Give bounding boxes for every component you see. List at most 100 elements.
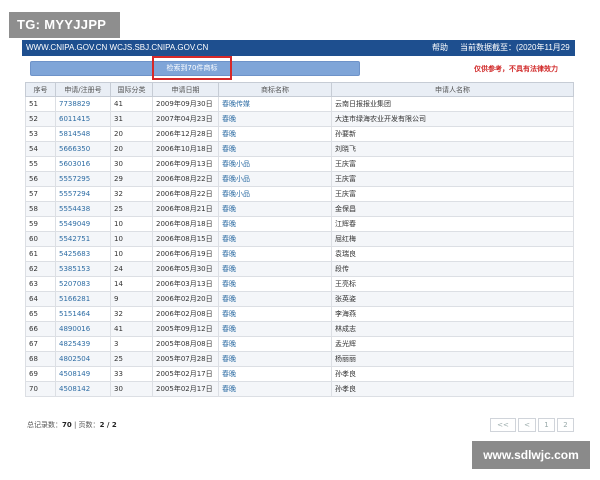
class-number: 32 xyxy=(110,306,153,322)
trademark-name[interactable]: 春晚 xyxy=(218,366,332,382)
trademark-name[interactable]: 春晚 xyxy=(218,336,332,352)
pager-first-button[interactable]: << xyxy=(490,418,516,432)
registration-number[interactable]: 4508149 xyxy=(55,366,111,382)
registration-number[interactable]: 4825439 xyxy=(55,336,111,352)
table-row[interactable]: 65 5151464 32 2006年02月08日 春晚 李海燕 xyxy=(25,306,574,322)
table-row[interactable]: 67 4825439 3 2005年08月08日 春晚 孟光辉 xyxy=(25,336,574,352)
class-number: 41 xyxy=(110,96,153,112)
table-row[interactable]: 58 5554438 25 2006年08月21日 春晚 金保昌 xyxy=(25,201,574,217)
table-row[interactable]: 66 4890016 41 2005年09月12日 春晚 林成志 xyxy=(25,321,574,337)
row-index: 58 xyxy=(25,201,56,217)
trademark-name[interactable]: 春晚 xyxy=(218,351,332,367)
row-index: 53 xyxy=(25,126,56,142)
row-index: 62 xyxy=(25,261,56,277)
registration-number[interactable]: 5207083 xyxy=(55,276,111,292)
registration-number[interactable]: 4890016 xyxy=(55,321,111,337)
applicant-name: 袁瑞良 xyxy=(331,246,574,262)
application-date: 2006年02月20日 xyxy=(152,291,219,307)
trademark-name[interactable]: 春晚 xyxy=(218,381,332,397)
registration-number[interactable]: 5666350 xyxy=(55,141,111,157)
registration-number[interactable]: 5549049 xyxy=(55,216,111,232)
registration-number[interactable]: 5603016 xyxy=(55,156,111,172)
trademark-name[interactable]: 春晚 xyxy=(218,261,332,277)
trademark-name[interactable]: 春晚 xyxy=(218,111,332,127)
application-date: 2006年12月28日 xyxy=(152,126,219,142)
table-row[interactable]: 57 5557294 32 2006年08月22日 春晚小品 王庆富 xyxy=(25,186,574,202)
record-summary: 总记录数：70 | 页数：2 / 2 xyxy=(27,420,117,430)
table-row[interactable]: 56 5557295 29 2006年08月22日 春晚小品 王庆富 xyxy=(25,171,574,187)
registration-number[interactable]: 6011415 xyxy=(55,111,111,127)
registration-number[interactable]: 5385153 xyxy=(55,261,111,277)
class-number: 32 xyxy=(110,186,153,202)
registration-number[interactable]: 5557294 xyxy=(55,186,111,202)
registration-number[interactable]: 4508142 xyxy=(55,381,111,397)
applicant-name: 王庆富 xyxy=(331,156,574,172)
trademark-name[interactable]: 春晚 xyxy=(218,141,332,157)
applicant-name: 江辉春 xyxy=(331,216,574,232)
help-link[interactable]: 帮助 xyxy=(432,40,448,56)
registration-number[interactable]: 5425683 xyxy=(55,246,111,262)
column-header-index: 序号 xyxy=(25,82,56,97)
trademark-name[interactable]: 春晚 xyxy=(218,276,332,292)
table-row[interactable]: 62 5385153 24 2006年05月30日 春晚 段传 xyxy=(25,261,574,277)
trademark-name[interactable]: 春晚小品 xyxy=(218,171,332,187)
class-number: 10 xyxy=(110,231,153,247)
registration-number[interactable]: 5166281 xyxy=(55,291,111,307)
table-row[interactable]: 61 5425683 10 2006年06月19日 春晚 袁瑞良 xyxy=(25,246,574,262)
table-row[interactable]: 60 5542751 10 2006年08月15日 春晚 屈红梅 xyxy=(25,231,574,247)
application-date: 2005年02月17日 xyxy=(152,381,219,397)
registration-number[interactable]: 4802504 xyxy=(55,351,111,367)
application-date: 2006年10月18日 xyxy=(152,141,219,157)
trademark-name[interactable]: 春晚 xyxy=(218,216,332,232)
trademark-name[interactable]: 春晚传媒 xyxy=(218,96,332,112)
application-date: 2006年08月21日 xyxy=(152,201,219,217)
table-row[interactable]: 55 5603016 30 2006年09月13日 春晚小品 王庆富 xyxy=(25,156,574,172)
trademark-name[interactable]: 春晚 xyxy=(218,246,332,262)
registration-number[interactable]: 5814548 xyxy=(55,126,111,142)
trademark-name[interactable]: 春晚小品 xyxy=(218,156,332,172)
watermark-bottom: www.sdlwjc.com xyxy=(472,441,590,469)
table-row[interactable]: 68 4802504 25 2005年07月28日 春晚 杨丽丽 xyxy=(25,351,574,367)
class-number: 10 xyxy=(110,216,153,232)
trademark-name[interactable]: 春晚 xyxy=(218,126,332,142)
table-row[interactable]: 70 4508142 30 2005年02月17日 春晚 孙孝良 xyxy=(25,381,574,397)
row-index: 63 xyxy=(25,276,56,292)
table-row[interactable]: 53 5814548 20 2006年12月28日 春晚 孙要新 xyxy=(25,126,574,142)
pager-prev-button[interactable]: < xyxy=(518,418,536,432)
pager-page-1-button[interactable]: 1 xyxy=(538,418,555,432)
column-header-reg-no: 申请/注册号 xyxy=(55,82,111,97)
application-date: 2006年05月30日 xyxy=(152,261,219,277)
table-row[interactable]: 54 5666350 20 2006年10月18日 春晚 刘晓飞 xyxy=(25,141,574,157)
trademark-name[interactable]: 春晚 xyxy=(218,201,332,217)
row-index: 57 xyxy=(25,186,56,202)
table-row[interactable]: 64 5166281 9 2006年02月20日 春晚 张英姿 xyxy=(25,291,574,307)
registration-number[interactable]: 5554438 xyxy=(55,201,111,217)
table-row[interactable]: 69 4508149 33 2005年02月17日 春晚 孙孝良 xyxy=(25,366,574,382)
application-date: 2005年09月12日 xyxy=(152,321,219,337)
application-date: 2006年08月18日 xyxy=(152,216,219,232)
trademark-name[interactable]: 春晚 xyxy=(218,231,332,247)
application-date: 2006年08月15日 xyxy=(152,231,219,247)
trademark-name[interactable]: 春晚小品 xyxy=(218,186,332,202)
applicant-name: 孙孝良 xyxy=(331,366,574,382)
trademark-name[interactable]: 春晚 xyxy=(218,321,332,337)
trademark-name[interactable]: 春晚 xyxy=(218,291,332,307)
registration-number[interactable]: 5542751 xyxy=(55,231,111,247)
row-index: 61 xyxy=(25,246,56,262)
trademark-name[interactable]: 春晚 xyxy=(218,306,332,322)
table-row[interactable]: 59 5549049 10 2006年08月18日 春晚 江辉春 xyxy=(25,216,574,232)
table-row[interactable]: 51 7738829 41 2009年09月30日 春晚传媒 云南日报报业集团 xyxy=(25,96,574,112)
pager-page-2-button[interactable]: 2 xyxy=(557,418,574,432)
table-row[interactable]: 63 5207083 14 2006年03月13日 春晚 王亮标 xyxy=(25,276,574,292)
applicant-name: 刘晓飞 xyxy=(331,141,574,157)
column-header-class: 国际分类 xyxy=(110,82,153,97)
trademark-search-page: TG: MYYJJPP WWW.CNIPA.GOV.CN WCJS.SBJ.CN… xyxy=(0,0,600,480)
column-header-date: 申请日期 xyxy=(152,82,219,97)
row-index: 65 xyxy=(25,306,56,322)
registration-number[interactable]: 7738829 xyxy=(55,96,111,112)
table-row[interactable]: 52 6011415 31 2007年04月23日 春晚 大连市绿海农业开发有限公司 xyxy=(25,111,574,127)
registration-number[interactable]: 5557295 xyxy=(55,171,111,187)
row-index: 60 xyxy=(25,231,56,247)
applicant-name: 王庆富 xyxy=(331,171,574,187)
registration-number[interactable]: 5151464 xyxy=(55,306,111,322)
